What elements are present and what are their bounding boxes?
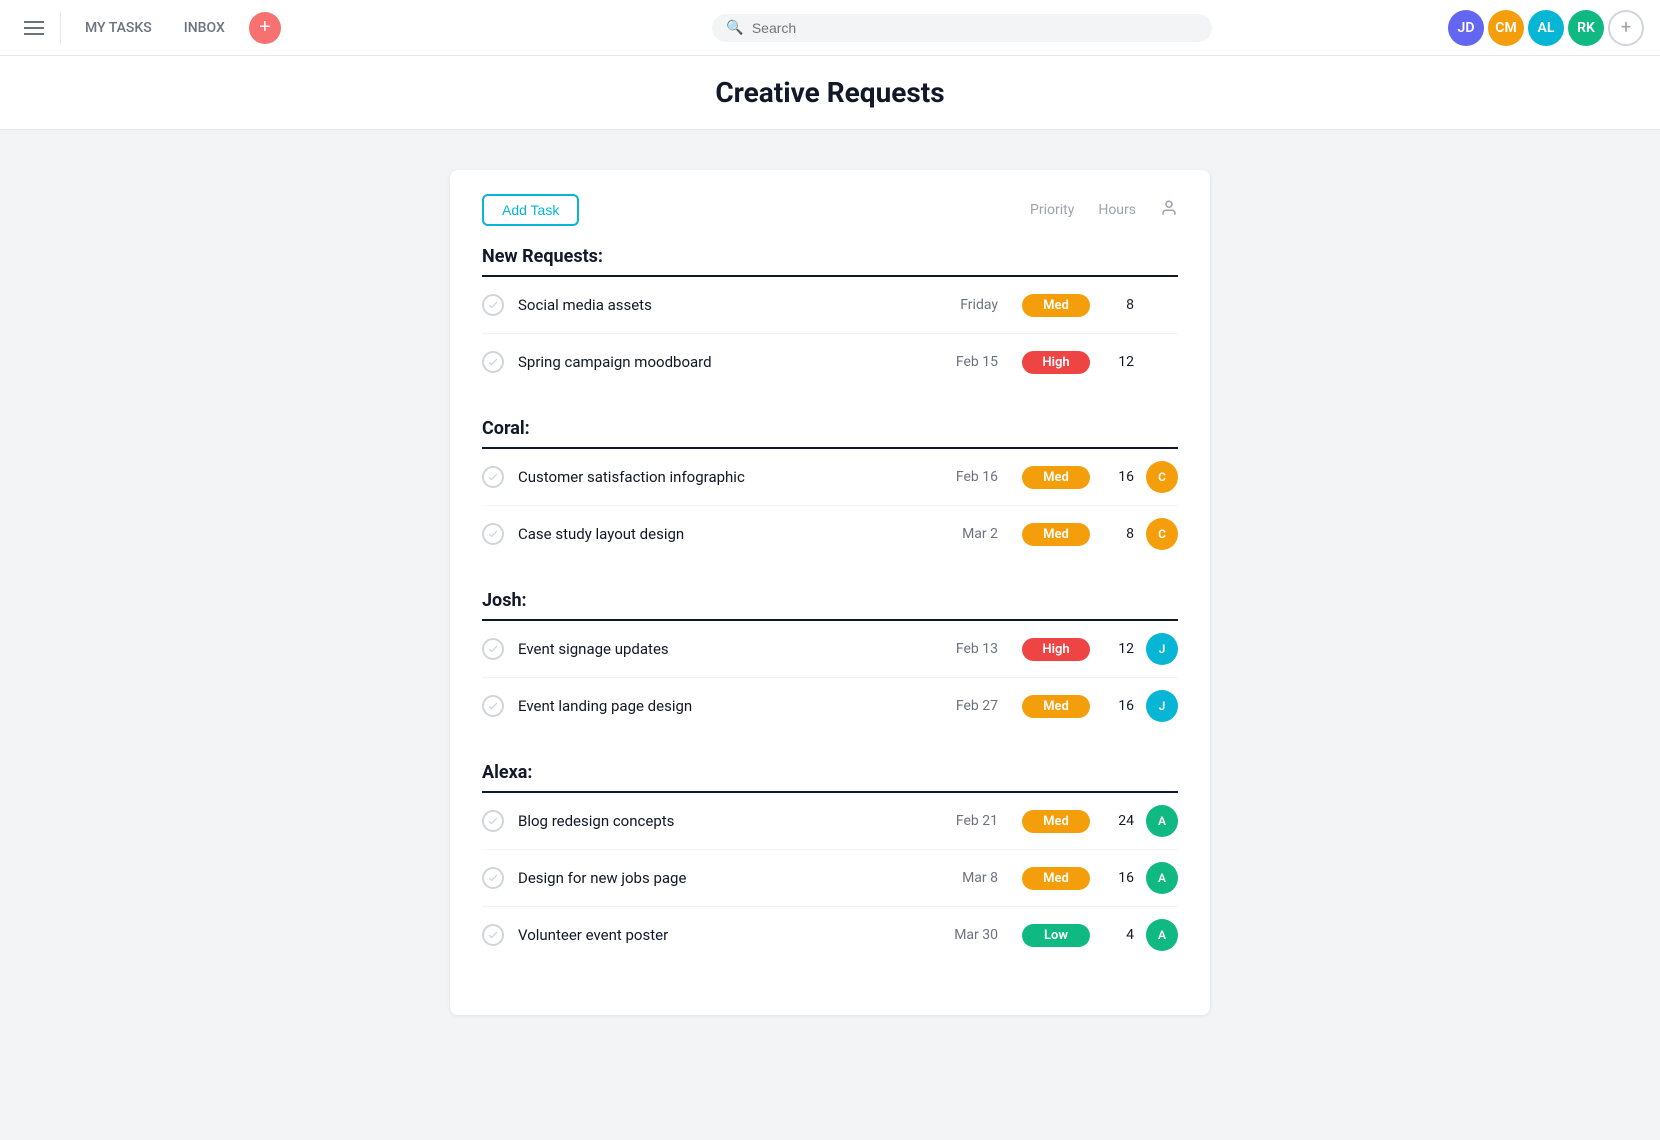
task-row: Blog redesign concepts Feb 21 Med 24 A	[482, 793, 1178, 850]
priority-badge[interactable]: Low	[1022, 924, 1090, 947]
search-icon: 🔍	[726, 20, 743, 36]
section-header-alexa: Alexa:	[482, 762, 1178, 793]
task-hours: 16	[1106, 698, 1134, 714]
main-content: Add Task Priority Hours New Requests: So…	[450, 170, 1210, 1015]
task-assignee-avatar[interactable]: J	[1146, 633, 1178, 665]
task-check-t7[interactable]	[482, 810, 504, 832]
task-date: Mar 2	[938, 526, 998, 542]
task-name: Customer satisfaction infographic	[518, 468, 938, 486]
task-name: Event signage updates	[518, 640, 938, 658]
nav-links: MY TASKS INBOX	[69, 12, 241, 44]
section-coral: Coral: Customer satisfaction infographic…	[482, 418, 1178, 562]
task-check-t5[interactable]	[482, 638, 504, 660]
search-input[interactable]	[752, 20, 1199, 36]
task-date: Feb 27	[938, 698, 998, 714]
task-check-t4[interactable]	[482, 523, 504, 545]
task-date: Feb 16	[938, 469, 998, 485]
priority-badge[interactable]: Med	[1022, 810, 1090, 833]
task-name: Volunteer event poster	[518, 926, 938, 944]
task-row: Design for new jobs page Mar 8 Med 16 A	[482, 850, 1178, 907]
section-josh: Josh: Event signage updates Feb 13 High …	[482, 590, 1178, 734]
task-name: Spring campaign moodboard	[518, 353, 938, 371]
task-assignee-empty	[1146, 289, 1178, 321]
priority-badge[interactable]: High	[1022, 638, 1090, 661]
page-header: Creative Requests	[0, 56, 1660, 130]
task-assignee-avatar[interactable]: J	[1146, 690, 1178, 722]
task-assignee-avatar[interactable]: C	[1146, 461, 1178, 493]
task-hours: 8	[1106, 526, 1134, 542]
sections-container: New Requests: Social media assets Friday…	[482, 246, 1178, 963]
task-date: Mar 8	[938, 870, 998, 886]
task-check-t8[interactable]	[482, 867, 504, 889]
avatar-1[interactable]: JD	[1448, 10, 1484, 46]
my-tasks-link[interactable]: MY TASKS	[69, 12, 168, 44]
task-row: Customer satisfaction infographic Feb 16…	[482, 449, 1178, 506]
task-check-t1[interactable]	[482, 294, 504, 316]
section-new-requests: New Requests: Social media assets Friday…	[482, 246, 1178, 390]
section-header-new-requests: New Requests:	[482, 246, 1178, 277]
column-headers: Priority Hours	[1030, 199, 1178, 221]
task-hours: 16	[1106, 469, 1134, 485]
task-hours: 8	[1106, 297, 1134, 313]
avatar-3[interactable]: AL	[1528, 10, 1564, 46]
priority-badge[interactable]: Med	[1022, 294, 1090, 317]
person-column-header	[1160, 199, 1178, 221]
section-header-coral: Coral:	[482, 418, 1178, 449]
hours-column-header: Hours	[1098, 202, 1136, 218]
priority-badge[interactable]: Med	[1022, 523, 1090, 546]
task-name: Blog redesign concepts	[518, 812, 938, 830]
priority-column-header: Priority	[1030, 202, 1074, 218]
task-assignee-avatar[interactable]: A	[1146, 805, 1178, 837]
task-check-t6[interactable]	[482, 695, 504, 717]
task-date: Feb 15	[938, 354, 998, 370]
task-check-t2[interactable]	[482, 351, 504, 373]
task-name: Design for new jobs page	[518, 869, 938, 887]
task-date: Mar 30	[938, 927, 998, 943]
task-row: Case study layout design Mar 2 Med 8 C	[482, 506, 1178, 562]
task-name: Event landing page design	[518, 697, 938, 715]
section-header-josh: Josh:	[482, 590, 1178, 621]
add-task-button[interactable]: Add Task	[482, 194, 579, 226]
priority-badge[interactable]: Med	[1022, 695, 1090, 718]
task-row: Event signage updates Feb 13 High 12 J	[482, 621, 1178, 678]
section-alexa: Alexa: Blog redesign concepts Feb 21 Med…	[482, 762, 1178, 963]
task-hours: 12	[1106, 641, 1134, 657]
task-hours: 24	[1106, 813, 1134, 829]
add-button[interactable]: +	[249, 12, 281, 44]
task-assignee-avatar[interactable]: C	[1146, 518, 1178, 550]
task-hours: 16	[1106, 870, 1134, 886]
task-assignee-avatar[interactable]: A	[1146, 862, 1178, 894]
top-nav: MY TASKS INBOX + 🔍 JD CM AL RK +	[0, 0, 1660, 56]
task-assignee-empty	[1146, 346, 1178, 378]
add-member-button[interactable]: +	[1608, 10, 1644, 46]
task-date: Friday	[938, 297, 998, 313]
page-title: Creative Requests	[0, 76, 1660, 109]
task-row: Spring campaign moodboard Feb 15 High 12	[482, 334, 1178, 390]
search-bar: 🔍	[712, 14, 1212, 42]
task-date: Feb 13	[938, 641, 998, 657]
task-assignee-avatar[interactable]: A	[1146, 919, 1178, 951]
task-row: Event landing page design Feb 27 Med 16 …	[482, 678, 1178, 734]
task-check-t9[interactable]	[482, 924, 504, 946]
task-check-t3[interactable]	[482, 466, 504, 488]
header-avatars: JD CM AL RK +	[1448, 10, 1644, 46]
task-name: Case study layout design	[518, 525, 938, 543]
avatar-2[interactable]: CM	[1488, 10, 1524, 46]
task-row: Volunteer event poster Mar 30 Low 4 A	[482, 907, 1178, 963]
toolbar: Add Task Priority Hours	[482, 194, 1178, 226]
nav-divider	[60, 12, 61, 44]
task-hours: 12	[1106, 354, 1134, 370]
task-row: Social media assets Friday Med 8	[482, 277, 1178, 334]
task-name: Social media assets	[518, 296, 938, 314]
hamburger-menu[interactable]	[16, 13, 52, 43]
task-hours: 4	[1106, 927, 1134, 943]
task-date: Feb 21	[938, 813, 998, 829]
priority-badge[interactable]: High	[1022, 351, 1090, 374]
priority-badge[interactable]: Med	[1022, 466, 1090, 489]
priority-badge[interactable]: Med	[1022, 867, 1090, 890]
inbox-link[interactable]: INBOX	[168, 12, 241, 44]
avatar-4[interactable]: RK	[1568, 10, 1604, 46]
